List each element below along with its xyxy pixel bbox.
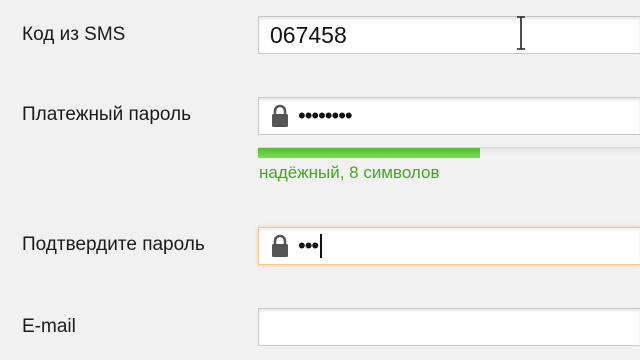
password-strength-fill (258, 148, 480, 158)
confirm-password-masked: ••• (298, 233, 319, 258)
sms-code-value: 067458 (270, 21, 347, 48)
confirm-password-label: Подтвердите пароль (22, 234, 205, 255)
password-strength-text: надёжный, 8 символов (259, 163, 440, 182)
payment-password-masked: •••••••• (298, 103, 353, 128)
email-field[interactable] (258, 308, 640, 346)
payment-password-field[interactable]: •••••••• (258, 97, 640, 135)
sms-code-label: Код из SMS (22, 24, 126, 45)
sms-code-field[interactable]: 067458 (258, 16, 640, 54)
lock-icon (272, 234, 288, 257)
text-cursor-icon (517, 16, 525, 50)
lock-icon (272, 104, 288, 127)
text-caret (320, 234, 323, 258)
password-strength-bar (258, 147, 640, 158)
payment-form: Код из SMS 067458 Платежный пароль •••••… (0, 0, 640, 360)
confirm-password-field[interactable]: ••• (258, 227, 640, 265)
email-label: E-mail (22, 316, 76, 337)
payment-password-label: Платежный пароль (22, 104, 192, 125)
